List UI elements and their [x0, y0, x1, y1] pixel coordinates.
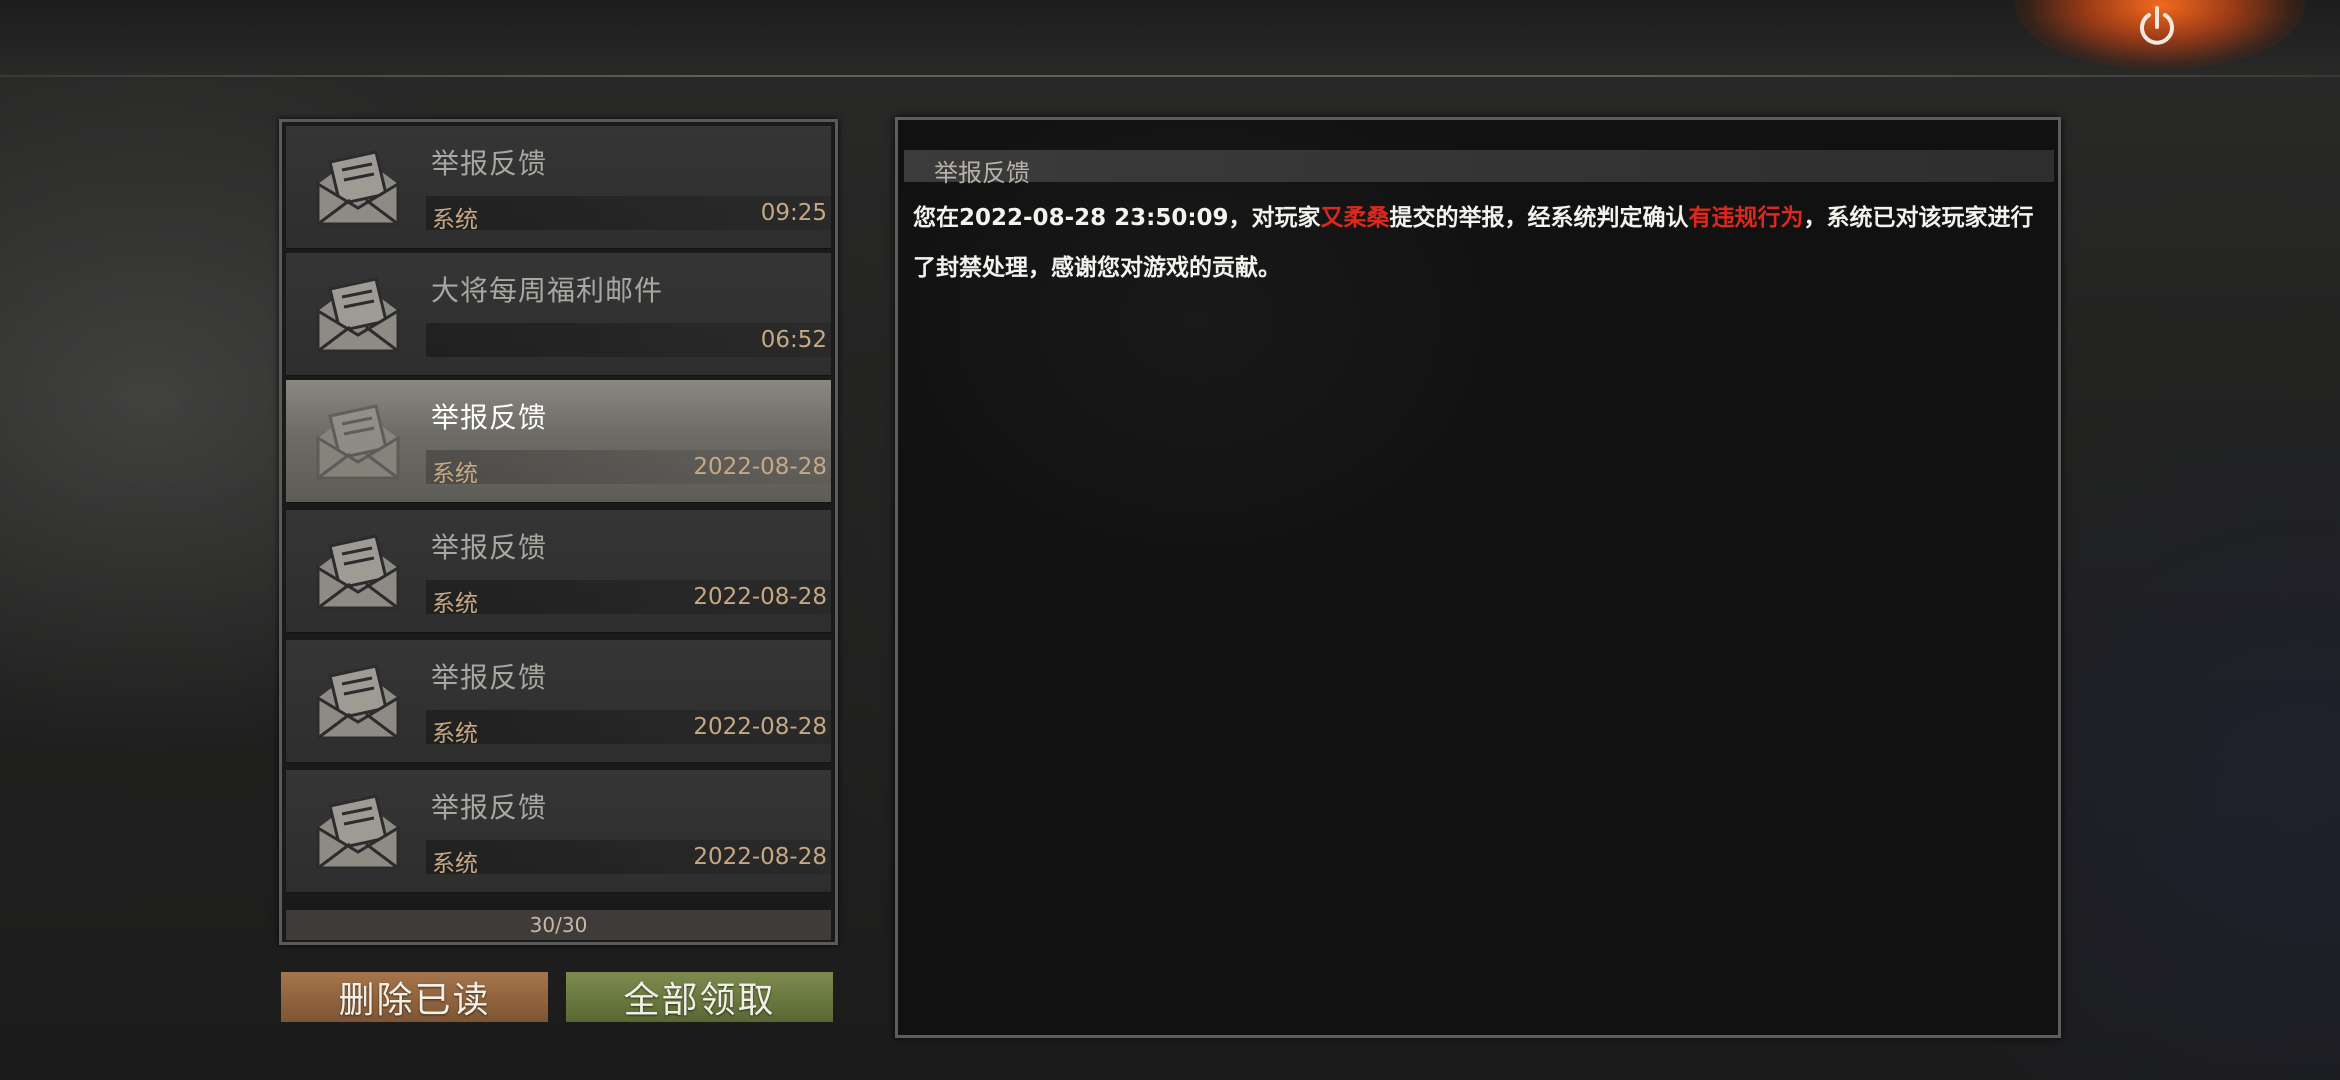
player-name: 又柔桑 — [1320, 205, 1390, 231]
mail-meta: 系统 2022-08-28 — [426, 580, 831, 617]
mail-time: 06:52 — [760, 327, 827, 353]
mail-item[interactable]: 举报反馈 系统 09:25 — [286, 126, 831, 249]
top-divider — [0, 75, 2340, 77]
collect-all-button[interactable]: 全部领取 — [566, 972, 833, 1022]
mail-title: 举报反馈 — [431, 531, 548, 564]
mail-title: 举报反馈 — [431, 661, 548, 694]
mail-time: 2022-08-28 — [693, 454, 827, 480]
content-body: 您在2022-08-28 23:50:09，对玩家又柔桑提交的举报，经系统判定确… — [913, 193, 2043, 293]
mail-meta: 系统 09:25 — [426, 196, 831, 233]
content-title-bar: 举报反馈 — [904, 150, 2054, 187]
mail-sender: 系统 — [432, 851, 478, 877]
mail-title: 举报反馈 — [431, 401, 548, 434]
open-envelope-icon — [316, 150, 400, 226]
mail-meta: 系统 2022-08-28 — [426, 840, 831, 877]
mail-meta: 系统 2022-08-28 — [426, 710, 831, 747]
mail-title: 举报反馈 — [431, 791, 548, 824]
power-button[interactable] — [2130, 0, 2184, 54]
open-envelope-icon — [316, 277, 400, 353]
mail-count: 30/30 — [286, 910, 831, 940]
mail-time: 2022-08-28 — [693, 714, 827, 740]
open-envelope-icon — [316, 664, 400, 740]
mail-time: 09:25 — [760, 200, 827, 226]
power-icon — [2140, 6, 2174, 45]
mail-sender: 系统 — [432, 591, 478, 617]
mail-item[interactable]: 举报反馈 系统 2022-08-28 — [286, 640, 831, 763]
mail-list[interactable]: 举报反馈 系统 09:25 大将每周福利邮件 06:52 举报反馈 系统 202… — [279, 119, 838, 945]
mail-time: 2022-08-28 — [693, 584, 827, 610]
mail-item[interactable]: 大将每周福利邮件 06:52 — [286, 253, 831, 376]
open-envelope-icon — [316, 534, 400, 610]
mail-item[interactable]: 举报反馈 系统 2022-08-28 — [286, 510, 831, 633]
content-text: 您在2022-08-28 23:50:09，对玩家 — [913, 205, 1321, 231]
mail-meta: 系统 2022-08-28 — [426, 450, 831, 487]
mail-meta: 06:52 — [426, 323, 831, 357]
verdict-text: 有违规行为 — [1688, 205, 1804, 231]
mail-content-panel: 举报反馈 您在2022-08-28 23:50:09，对玩家又柔桑提交的举报，经… — [895, 117, 2061, 1038]
mail-item-selected[interactable]: 举报反馈 系统 2022-08-28 — [286, 380, 831, 503]
mail-item[interactable]: 举报反馈 系统 2022-08-28 — [286, 770, 831, 893]
open-envelope-icon — [316, 794, 400, 870]
open-envelope-icon — [316, 404, 400, 480]
mail-time: 2022-08-28 — [693, 844, 827, 870]
mail-title: 大将每周福利邮件 — [431, 274, 664, 307]
delete-read-button[interactable]: 删除已读 — [281, 972, 548, 1022]
mail-sender: 系统 — [432, 461, 478, 487]
content-text: 提交的举报，经系统判定确认 — [1389, 205, 1689, 231]
mail-title: 举报反馈 — [431, 147, 548, 180]
mail-sender: 系统 — [432, 721, 478, 747]
top-bar — [0, 0, 2340, 76]
content-title: 举报反馈 — [934, 159, 1030, 187]
mail-sender: 系统 — [432, 207, 478, 233]
